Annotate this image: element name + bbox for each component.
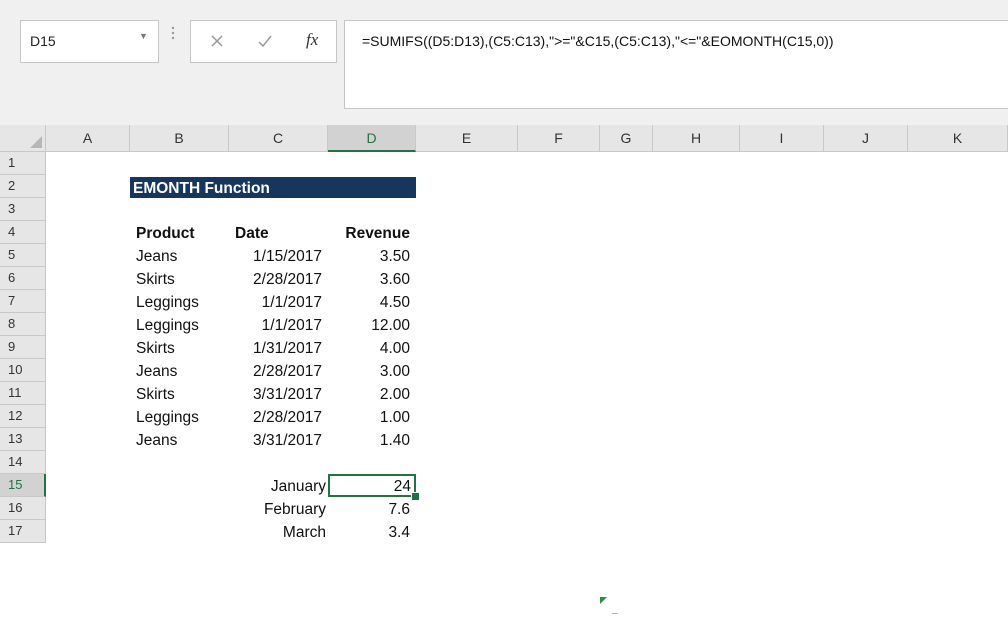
- cell-date[interactable]: 2/28/2017: [229, 359, 328, 382]
- row-header-14[interactable]: 14: [0, 451, 46, 474]
- row-header-10[interactable]: 10: [0, 359, 46, 382]
- row-header-13[interactable]: 13: [0, 428, 46, 451]
- cell-revenue[interactable]: 3.60: [328, 267, 416, 290]
- row-header-6[interactable]: 6: [0, 267, 46, 290]
- row-header-9[interactable]: 9: [0, 336, 46, 359]
- cell-product[interactable]: Jeans: [130, 244, 229, 267]
- header-product[interactable]: Product: [130, 221, 229, 244]
- cell-date[interactable]: 2/28/2017: [229, 405, 328, 428]
- cell-revenue[interactable]: 1.40: [328, 428, 416, 451]
- enter-icon[interactable]: [257, 33, 273, 49]
- row-header-16[interactable]: 16: [0, 497, 46, 520]
- cell-product[interactable]: Leggings: [130, 290, 229, 313]
- cell-revenue[interactable]: 4.00: [328, 336, 416, 359]
- formula-bar-area: D15 ▼ fx =SUMIFS((D5:D13),(C5:C13),">="&…: [0, 0, 1008, 125]
- worksheet-grid[interactable]: ABCDEFGHIJK 1 2 3 4 5 6 7 8 9 10 11 12 13 14 15 16 17 EM…: [0, 125, 1008, 623]
- cell-revenue[interactable]: 3.50: [328, 244, 416, 267]
- column-header-k[interactable]: K: [908, 125, 1008, 152]
- cell-summary-month[interactable]: February: [229, 497, 328, 520]
- cancel-icon[interactable]: [210, 34, 224, 48]
- cell-summary-month[interactable]: March: [229, 520, 328, 543]
- row-header-15[interactable]: 15: [0, 474, 46, 497]
- row-header-17[interactable]: 17: [0, 520, 46, 543]
- column-header-g[interactable]: G: [600, 125, 653, 152]
- row-header-8[interactable]: 8: [0, 313, 46, 336]
- cell-product[interactable]: Skirts: [130, 267, 229, 290]
- column-header-a[interactable]: A: [46, 125, 130, 152]
- cell-product[interactable]: Skirts: [130, 336, 229, 359]
- row-header-12[interactable]: 12: [0, 405, 46, 428]
- row-header-7[interactable]: 7: [0, 290, 46, 313]
- cell-date[interactable]: 3/31/2017: [229, 382, 328, 405]
- cell-product[interactable]: Leggings: [130, 313, 229, 336]
- cell-date[interactable]: 1/31/2017: [229, 336, 328, 359]
- row-header-3[interactable]: 3: [0, 198, 46, 221]
- header-date[interactable]: Date: [229, 221, 328, 244]
- cell-summary-total[interactable]: 3.4: [328, 520, 416, 543]
- column-header-d[interactable]: D: [328, 125, 416, 152]
- select-all-corner[interactable]: [0, 125, 46, 152]
- formula-text: =SUMIFS((D5:D13),(C5:C13),">="&C15,(C5:C…: [362, 33, 834, 49]
- active-cell[interactable]: 24: [328, 474, 416, 497]
- name-box[interactable]: D15 ▼: [20, 20, 159, 63]
- formula-input[interactable]: =SUMIFS((D5:D13),(C5:C13),">="&C15,(C5:C…: [344, 20, 1008, 109]
- cell-date[interactable]: 3/31/2017: [229, 428, 328, 451]
- cell-revenue[interactable]: 3.00: [328, 359, 416, 382]
- column-header-e[interactable]: E: [416, 125, 518, 152]
- header-revenue[interactable]: Revenue: [328, 221, 416, 244]
- cell-product[interactable]: Jeans: [130, 428, 229, 451]
- fx-icon[interactable]: fx: [306, 30, 318, 50]
- column-header-b[interactable]: B: [130, 125, 229, 152]
- cell-summary-total[interactable]: 7.6: [328, 497, 416, 520]
- row-header-5[interactable]: 5: [0, 244, 46, 267]
- splitter-dots-icon[interactable]: [171, 26, 175, 40]
- cell-product[interactable]: Jeans: [130, 359, 229, 382]
- cell-summary-month[interactable]: January: [229, 474, 328, 497]
- column-header-c[interactable]: C: [229, 125, 328, 152]
- cell-revenue[interactable]: 4.50: [328, 290, 416, 313]
- title-cell[interactable]: EMONTH Function: [130, 177, 416, 198]
- cell-date[interactable]: 1/1/2017: [229, 290, 328, 313]
- cell-date[interactable]: 2/28/2017: [229, 267, 328, 290]
- cell-date[interactable]: 1/1/2017: [229, 313, 328, 336]
- column-header-j[interactable]: J: [824, 125, 908, 152]
- row-header-2[interactable]: 2: [0, 175, 46, 198]
- column-header-h[interactable]: H: [653, 125, 740, 152]
- cell-product[interactable]: Leggings: [130, 405, 229, 428]
- cell-revenue[interactable]: 12.00: [328, 313, 416, 336]
- column-header-f[interactable]: F: [518, 125, 600, 152]
- cell-date[interactable]: 1/15/2017: [229, 244, 328, 267]
- error-indicator-icon: [600, 597, 607, 604]
- formula-buttons: fx: [190, 20, 337, 63]
- error-dash-mark: [612, 613, 618, 614]
- column-header-i[interactable]: I: [740, 125, 824, 152]
- name-box-value: D15: [30, 33, 56, 49]
- row-header-4[interactable]: 4: [0, 221, 46, 244]
- fill-handle[interactable]: [411, 492, 420, 501]
- cell-revenue[interactable]: 1.00: [328, 405, 416, 428]
- row-header-11[interactable]: 11: [0, 382, 46, 405]
- select-all-triangle-icon: [30, 136, 42, 148]
- row-header-1[interactable]: 1: [0, 152, 46, 175]
- cell-product[interactable]: Skirts: [130, 382, 229, 405]
- dropdown-arrow-icon[interactable]: ▼: [139, 31, 148, 41]
- cell-revenue[interactable]: 2.00: [328, 382, 416, 405]
